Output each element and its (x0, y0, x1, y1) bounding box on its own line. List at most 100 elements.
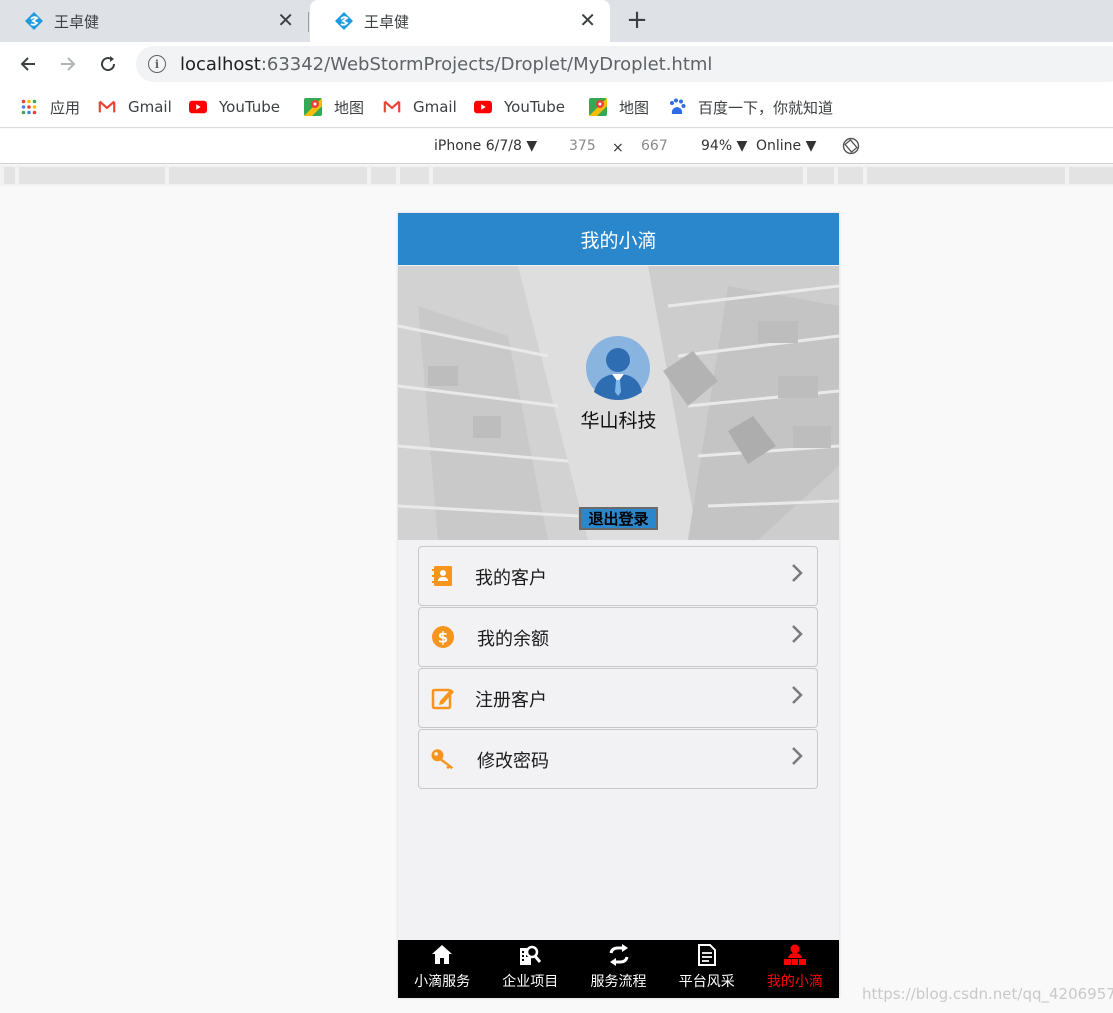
url-host: localhost (180, 53, 261, 75)
logout-button[interactable]: 退出登录 (579, 507, 658, 530)
tab-label: 平台风采 (678, 974, 735, 990)
avatar (586, 336, 650, 400)
user-group-icon (783, 943, 807, 967)
chevron-right-icon (791, 624, 803, 648)
ruler-segment (867, 167, 1065, 184)
reload-icon[interactable] (94, 50, 122, 78)
tab-service[interactable]: 小滴服务 (398, 940, 486, 998)
gmail-icon (383, 98, 401, 116)
bookmark-label: YouTube (504, 98, 565, 116)
chevron-right-icon (791, 563, 803, 587)
tab-title: 王卓健 (54, 12, 100, 31)
tab-showcase[interactable]: 平台风采 (663, 940, 751, 998)
bookmark-label: 百度一下，你就知道 (698, 98, 834, 117)
bookmark-label: YouTube (219, 98, 280, 116)
device-width-input[interactable]: 375 (569, 138, 596, 154)
tab-close-icon[interactable]: ✕ (277, 10, 294, 30)
menu-item-label: 我的客户 (475, 568, 547, 589)
chevron-right-icon (791, 746, 803, 770)
youtube-icon (474, 98, 492, 116)
ruler-segment (1069, 167, 1113, 184)
document-icon (695, 943, 719, 967)
profile-menu: 我的客户 $ 我的余额 注册客户 修改密码 (418, 546, 818, 790)
site-favicon-icon (24, 11, 44, 31)
baidu-icon (668, 98, 686, 116)
device-select[interactable]: iPhone 6/7/8 ▼ (434, 138, 537, 154)
browser-toolbar: i localhost:63342/WebStormProjects/Dropl… (0, 42, 1113, 86)
gmail-icon (98, 98, 116, 116)
rotate-icon[interactable] (842, 137, 860, 159)
profile-banner: 华山科技 退出登录 (398, 266, 839, 540)
menu-item-register-customer[interactable]: 注册客户 (418, 668, 818, 728)
building-search-icon (518, 943, 542, 967)
company-name: 华山科技 (580, 410, 657, 432)
bookmark-label: Gmail (128, 98, 172, 116)
watermark-text: https://blog.csdn.net/qq_42069571 (862, 985, 1113, 1003)
device-toolbar: iPhone 6/7/8 ▼ 375 × 667 94% ▼ Online ▼ (0, 129, 1113, 164)
dimension-separator: × (612, 140, 624, 156)
bookmark-gmail[interactable]: Gmail (383, 96, 457, 118)
ruler-segment (169, 167, 367, 184)
ruler-segment (4, 167, 15, 184)
bookmark-baidu[interactable]: 百度一下，你就知道 (668, 96, 833, 118)
chevron-right-icon (791, 685, 803, 709)
network-throttle-select[interactable]: Online ▼ (756, 138, 816, 154)
bookmark-maps[interactable]: 地图 (589, 96, 649, 118)
site-favicon-icon (334, 11, 354, 31)
tab-label: 我的小滴 (766, 974, 823, 990)
key-icon (431, 747, 455, 771)
phone-viewport: 我的小滴 华山科技 退出登录 我的客户 $ 我的余额 注册客户 修改密码 小滴服… (398, 213, 839, 998)
tab-my-droplet[interactable]: 我的小滴 (751, 940, 839, 998)
bookmark-maps[interactable]: 地图 (304, 96, 364, 118)
bookmark-gmail[interactable]: Gmail (98, 96, 172, 118)
refresh-arrows-icon (607, 943, 631, 967)
youtube-icon (189, 98, 207, 116)
device-height-input[interactable]: 667 (641, 138, 668, 154)
zoom-select[interactable]: 94% ▼ (701, 138, 747, 154)
site-info-icon[interactable]: i (148, 55, 166, 73)
maps-icon (589, 98, 607, 116)
ruler-segment (807, 167, 834, 184)
bookmark-apps[interactable]: 应用 (20, 96, 80, 118)
bookmark-label: 地图 (619, 98, 650, 117)
url-path: :63342/WebStormProjects/Droplet/MyDrople… (260, 53, 713, 75)
ruler-segment (433, 167, 803, 184)
tab-process[interactable]: 服务流程 (574, 940, 662, 998)
bookmark-youtube[interactable]: YouTube (474, 96, 565, 118)
edit-icon (431, 686, 455, 710)
menu-item-label: 修改密码 (477, 751, 549, 772)
tab-projects[interactable]: 企业项目 (486, 940, 574, 998)
bookmark-label: 地图 (334, 98, 365, 117)
menu-item-my-balance[interactable]: $ 我的余额 (418, 607, 818, 667)
browser-tab-2[interactable]: 王卓健 ✕ (310, 0, 610, 42)
tab-close-icon[interactable]: ✕ (579, 10, 596, 30)
svg-text:$: $ (438, 629, 448, 647)
tab-label: 服务流程 (590, 974, 647, 990)
bookmark-label: 应用 (50, 98, 81, 117)
browser-tab-1[interactable]: 王卓健 ✕ (0, 0, 308, 42)
ruler-segment (19, 167, 165, 184)
bookmark-label: Gmail (413, 98, 457, 116)
media-query-ruler (0, 165, 1113, 186)
forward-arrow-icon[interactable] (54, 50, 82, 78)
bookmarks-bar: 应用 Gmail YouTube 地图 Gmail YouTube 地图 百度一… (0, 86, 1113, 128)
tab-label: 小滴服务 (414, 974, 471, 990)
menu-item-label: 我的余额 (477, 629, 549, 650)
browser-tab-strip: 王卓健 ✕ 王卓健 ✕ + (0, 0, 1113, 42)
menu-item-label: 注册客户 (475, 690, 547, 711)
menu-item-change-password[interactable]: 修改密码 (418, 729, 818, 789)
tab-divider (308, 12, 309, 32)
new-tab-plus-icon[interactable]: + (624, 7, 650, 34)
ruler-segment (400, 167, 429, 184)
contacts-icon (431, 564, 455, 588)
bottom-tab-bar: 小滴服务 企业项目 服务流程 平台风采 我的小滴 (398, 940, 839, 998)
back-arrow-icon[interactable] (14, 50, 42, 78)
menu-item-my-customers[interactable]: 我的客户 (418, 546, 818, 606)
buildings-background-image (398, 266, 839, 540)
ruler-segment (838, 167, 863, 184)
tab-title: 王卓健 (364, 12, 410, 31)
address-bar[interactable]: i localhost:63342/WebStormProjects/Dropl… (136, 46, 1113, 82)
home-icon (430, 943, 454, 967)
tab-label: 企业项目 (502, 974, 559, 990)
bookmark-youtube[interactable]: YouTube (189, 96, 280, 118)
